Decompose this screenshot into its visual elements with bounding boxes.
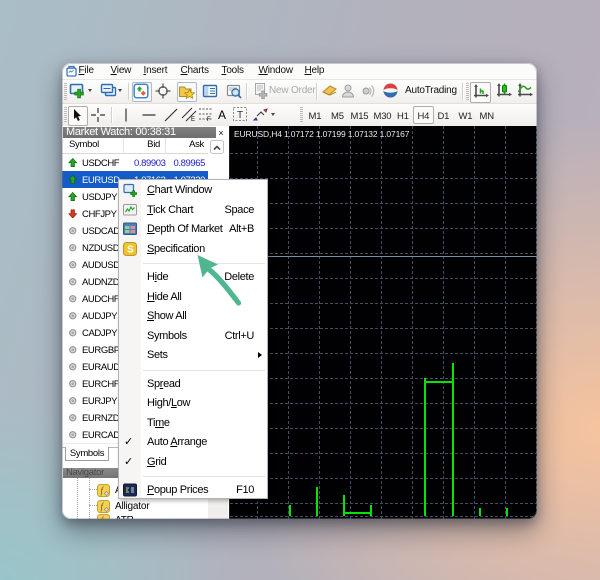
svg-text:T: T — [237, 110, 243, 121]
svg-text:F: F — [207, 117, 211, 122]
svg-text:S: S — [127, 244, 134, 255]
svg-text:E: E — [191, 117, 195, 122]
